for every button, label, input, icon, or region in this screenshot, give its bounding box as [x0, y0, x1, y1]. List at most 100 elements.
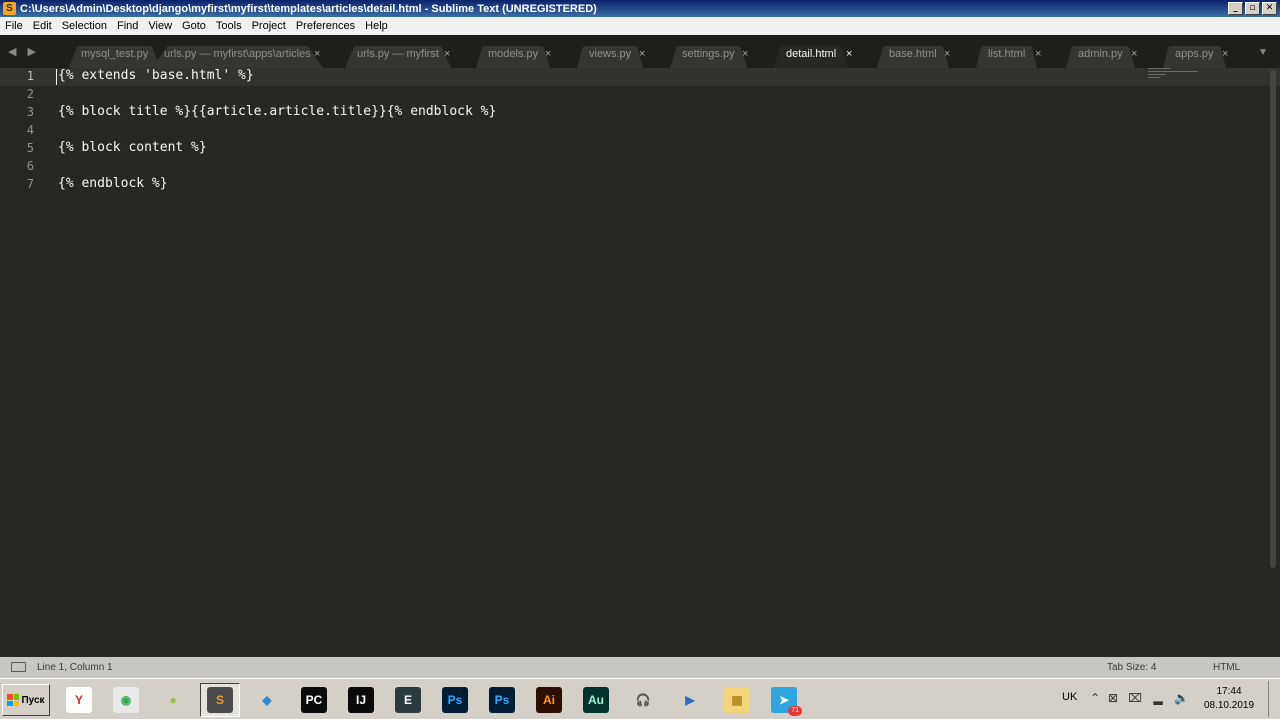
taskbar-app-audio-app[interactable]: 🎧 [623, 683, 663, 717]
tab-close-icon[interactable]: × [1131, 48, 1137, 60]
status-bar: Line 1, Column 1 Tab Size: 4 HTML [0, 657, 1280, 678]
taskbar-app-sublime-text[interactable]: S [200, 683, 240, 717]
taskbar-app-photoshop-a[interactable]: Ps [435, 683, 475, 717]
code-line[interactable]: {% block content %} [58, 140, 207, 155]
tab-views[interactable]: views.py × [577, 40, 645, 68]
tab-settings[interactable]: settings.py × [670, 40, 748, 68]
telegram-unread-badge: 71 [788, 706, 802, 716]
line-number: 5 [26, 141, 34, 155]
taskbar: Пуск Y ◉ ● S ◆ PC IJ E Ps Ps Ai Au 🎧 ▶ ▦ ➤ 71 UK ⌃ ⊠ ⌧ ▂… [0, 678, 1280, 719]
tab-size-indicator[interactable]: Tab Size: 4 [1107, 662, 1156, 673]
code-line[interactable]: {% extends 'base.html' %} [58, 68, 254, 83]
illustrator-icon: Ai [536, 687, 562, 713]
minimize-button[interactable]: _ [1228, 2, 1243, 15]
panel-toggle-icon[interactable] [11, 662, 26, 672]
tab-urls-articles[interactable]: urls.py — myfirst\apps\articles × [152, 40, 323, 68]
code-line[interactable]: {% block title %}{{article.article.title… [58, 104, 496, 119]
taskbar-app-file-explorer[interactable]: ▦ [717, 683, 757, 717]
windows-flag-icon [7, 694, 20, 706]
tab-label: apps.py [1175, 48, 1214, 60]
tab-detail-html[interactable]: detail.html × [774, 40, 852, 68]
tab-close-icon[interactable]: × [742, 48, 748, 60]
line-number: 7 [26, 177, 34, 191]
start-button[interactable]: Пуск [2, 684, 50, 716]
vertical-scrollbar[interactable] [1270, 70, 1276, 568]
tab-label: models.py [488, 48, 539, 60]
taskbar-app-lime[interactable]: ● [153, 683, 193, 717]
tab-close-icon[interactable]: × [639, 48, 645, 60]
tab-apps[interactable]: apps.py × [1163, 40, 1228, 68]
close-button[interactable]: ✕ [1262, 2, 1277, 15]
menu-file[interactable]: File [0, 17, 28, 35]
menu-bar: File Edit Selection Find View Goto Tools… [0, 17, 1280, 35]
tab-label: urls.py — myfirst [357, 48, 439, 60]
cursor-position: Line 1, Column 1 [37, 662, 113, 673]
tab-label: list.html [988, 48, 1026, 60]
audition-icon: Au [583, 687, 609, 713]
taskbar-app-vscode[interactable]: ◆ [247, 683, 287, 717]
tab-label: settings.py [682, 48, 735, 60]
tab-label: mysql_test.py [81, 48, 149, 60]
volume-icon[interactable]: 🔈 [1174, 691, 1189, 705]
tray-expand-icon[interactable]: ⌃ [1088, 691, 1102, 705]
language-indicator[interactable]: UK [1062, 691, 1077, 703]
tab-close-icon[interactable]: × [444, 48, 450, 60]
clock[interactable]: 17:44 08.10.2019 [1200, 685, 1258, 713]
menu-preferences[interactable]: Preferences [291, 17, 360, 35]
tab-nav-arrows-icon[interactable]: ◀ ▶ [8, 45, 40, 58]
menu-find[interactable]: Find [112, 17, 143, 35]
tab-urls-myfirst[interactable]: urls.py — myfirst × [345, 40, 451, 68]
menu-goto[interactable]: Goto [177, 17, 211, 35]
tab-close-icon[interactable]: × [314, 48, 320, 60]
tab-label: views.py [589, 48, 632, 60]
line-number: 2 [26, 87, 34, 101]
sublime-text-icon: S [207, 687, 233, 713]
tab-label: base.html [889, 48, 937, 60]
tab-overflow-icon[interactable]: ▼ [1258, 47, 1268, 58]
tab-mysql-test[interactable]: mysql_test.py [69, 40, 161, 68]
taskbar-app-telegram[interactable]: ➤ 71 [764, 683, 804, 717]
menu-tools[interactable]: Tools [211, 17, 247, 35]
minimap[interactable] [1148, 68, 1208, 88]
syntax-indicator[interactable]: HTML [1213, 662, 1240, 673]
menu-view[interactable]: View [143, 17, 177, 35]
line-number: 1 [26, 69, 34, 83]
tab-admin[interactable]: admin.py × [1066, 40, 1137, 68]
taskbar-app-intellij[interactable]: IJ [341, 683, 381, 717]
line-number: 6 [26, 159, 34, 173]
menu-selection[interactable]: Selection [57, 17, 112, 35]
line-number: 3 [26, 105, 34, 119]
photoshop-b-icon: Ps [489, 687, 515, 713]
code-line[interactable]: {% endblock %} [58, 176, 168, 191]
network-disconnected-icon[interactable]: ⊠ [1106, 691, 1120, 705]
tab-base-html[interactable]: base.html × [877, 40, 950, 68]
tab-list-html[interactable]: list.html × [976, 40, 1041, 68]
tab-close-icon[interactable]: × [545, 48, 551, 60]
menu-project[interactable]: Project [247, 17, 291, 35]
taskbar-app-audition[interactable]: Au [576, 683, 616, 717]
tab-close-icon[interactable]: × [1035, 48, 1041, 60]
tab-label: admin.py [1078, 48, 1123, 60]
line-number: 4 [26, 123, 34, 137]
power-icon[interactable]: ⌧ [1128, 691, 1142, 705]
taskbar-app-yandex-browser[interactable]: Y [59, 683, 99, 717]
tab-close-icon[interactable]: × [944, 48, 950, 60]
yandex-browser-icon: Y [66, 687, 92, 713]
maximize-button[interactable]: ▫ [1245, 2, 1260, 15]
tab-models[interactable]: models.py × [476, 40, 551, 68]
taskbar-app-illustrator[interactable]: Ai [529, 683, 569, 717]
code-editor[interactable]: 1 2 3 4 5 6 7 {% extends 'base.html' %} … [0, 68, 1280, 657]
taskbar-app-media-player[interactable]: ▶ [670, 683, 710, 717]
signal-icon[interactable]: ▂ [1151, 691, 1165, 705]
show-desktop-button[interactable] [1268, 681, 1278, 717]
taskbar-app-photoshop-b[interactable]: Ps [482, 683, 522, 717]
tab-close-icon[interactable]: × [846, 48, 852, 60]
taskbar-app-editor-app[interactable]: E [388, 683, 428, 717]
title-bar: S C:\Users\Admin\Desktop\django\myfirst\… [0, 0, 1280, 17]
menu-edit[interactable]: Edit [28, 17, 57, 35]
taskbar-app-chrome[interactable]: ◉ [106, 683, 146, 717]
file-explorer-icon: ▦ [724, 687, 750, 713]
tab-close-icon[interactable]: × [1222, 48, 1228, 60]
taskbar-app-pycharm[interactable]: PC [294, 683, 334, 717]
menu-help[interactable]: Help [360, 17, 393, 35]
